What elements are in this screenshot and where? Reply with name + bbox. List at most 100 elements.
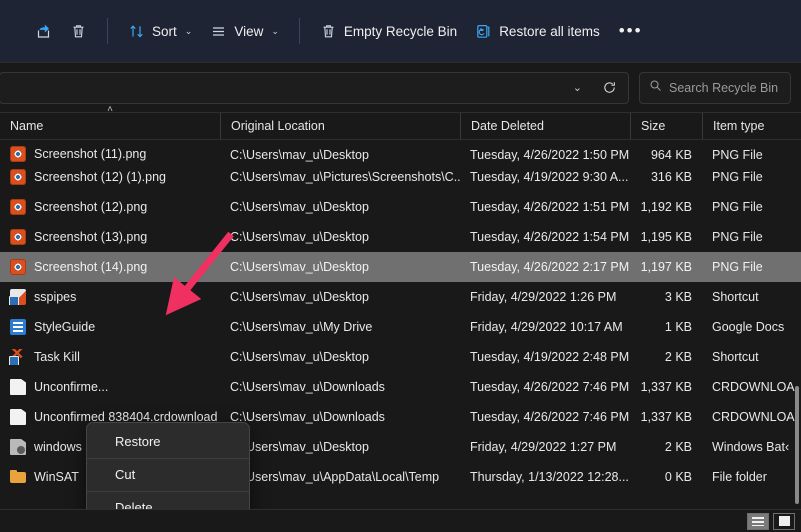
cell-date-deleted: Tuesday, 4/26/2022 2:17 PM	[460, 260, 630, 274]
sort-ascending-icon: ˄	[107, 105, 113, 115]
table-row[interactable]: Screenshot (12).pngC:\Users\mav_u\Deskto…	[0, 192, 801, 222]
cell-name: Screenshot (13).png	[0, 229, 220, 245]
cell-name: StyleGuide	[0, 319, 220, 335]
table-row[interactable]: StyleGuide C:\Users\mav_u\My DriveFriday,…	[0, 312, 801, 342]
generic-document-icon	[10, 379, 26, 395]
cell-size: 1,195 KB	[630, 230, 702, 244]
cell-item-type: Shortcut	[702, 350, 801, 364]
column-header-size[interactable]: Size	[630, 113, 702, 139]
cell-original-location: C:\Users\mav_u\Desktop	[220, 440, 460, 454]
share-icon	[35, 23, 52, 40]
cell-size: 1,197 KB	[630, 260, 702, 274]
command-toolbar: Sort ⌄ View ⌄ Empty Recycle Bin	[0, 0, 801, 62]
restore-all-items-button[interactable]: Restore all items	[466, 15, 609, 47]
cell-item-type: PNG File	[702, 230, 801, 244]
cell-original-location: C:\Users\mav_u\Desktop	[220, 350, 460, 364]
table-row[interactable]: Task Kill C:\Users\mav_u\DesktopTuesday, …	[0, 342, 801, 372]
sspipes-shortcut-icon	[10, 289, 26, 305]
file-name: Unconfirme...	[34, 380, 108, 394]
file-name: Screenshot (14).png	[34, 260, 147, 274]
file-name: Screenshot (11).png	[34, 147, 146, 161]
cell-size: 2 KB	[630, 350, 702, 364]
table-row[interactable]: Screenshot (13).pngC:\Users\mav_u\Deskto…	[0, 222, 801, 252]
context-menu-restore-label: Restore	[115, 434, 161, 449]
delete-trash-icon	[70, 23, 87, 40]
search-icon	[649, 79, 662, 97]
column-header-original-location[interactable]: Original Location	[220, 113, 460, 139]
empty-recycle-bin-button[interactable]: Empty Recycle Bin	[311, 15, 466, 47]
generic-document-icon	[10, 409, 26, 425]
view-button[interactable]: View ⌄	[201, 15, 288, 47]
cell-name: Screenshot (14).png	[0, 259, 220, 275]
chevron-down-icon: ⌄	[185, 26, 193, 37]
cell-original-location: C:\Users\mav_u\Desktop	[220, 148, 460, 162]
cell-size: 316 KB	[630, 170, 702, 184]
details-view-toggle[interactable]	[747, 513, 769, 530]
cell-name: Unconfirme...	[0, 379, 220, 395]
restore-icon	[475, 23, 492, 40]
column-header-item-type-label: Item type	[713, 119, 764, 133]
cell-size: 2 KB	[630, 440, 702, 454]
cell-size: 1,192 KB	[630, 200, 702, 214]
cell-original-location: C:\Users\mav_u\Pictures\Screenshots\C...	[220, 170, 460, 184]
png-file-icon	[10, 199, 26, 215]
folder-icon	[10, 469, 26, 485]
cell-original-location: C:\Users\mav_u\AppData\Local\Temp	[220, 470, 460, 484]
cell-item-type: File folder	[702, 470, 801, 484]
column-header-item-type[interactable]: Item type	[702, 113, 801, 139]
cell-size: 3 KB	[630, 290, 702, 304]
cell-original-location: C:\Users\mav_u\Downloads	[220, 380, 460, 394]
search-box[interactable]: Search Recycle Bin	[639, 72, 791, 104]
context-menu-delete-label: Delete	[115, 500, 153, 509]
table-row[interactable]: sspipesC:\Users\mav_u\DesktopFriday, 4/2…	[0, 282, 801, 312]
cell-date-deleted: Tuesday, 4/26/2022 1:54 PM	[460, 230, 630, 244]
vertical-scrollbar-thumb[interactable]	[795, 386, 799, 504]
column-header-date-deleted[interactable]: Date Deleted	[460, 113, 630, 139]
png-file-icon	[10, 229, 26, 245]
context-menu-item-delete[interactable]: Delete	[87, 491, 249, 509]
sort-button[interactable]: Sort ⌄	[119, 15, 201, 47]
delete-button[interactable]	[61, 15, 96, 47]
cell-size: 0 KB	[630, 470, 702, 484]
cell-original-location: C:\Users\mav_u\Desktop	[220, 260, 460, 274]
more-options-button[interactable]: •••	[609, 15, 653, 47]
table-row[interactable]: Unconfirme...C:\Users\mav_u\DownloadsTue…	[0, 372, 801, 402]
table-row[interactable]: Screenshot (12) (1).png C:\Users\mav_u\Pi…	[0, 162, 801, 192]
cell-original-location: C:\Users\mav_u\Desktop	[220, 200, 460, 214]
refresh-icon[interactable]	[597, 80, 622, 95]
file-name: Task Kill	[34, 350, 80, 364]
address-bar[interactable]: ⌄	[0, 72, 629, 104]
file-name: Screenshot (12) (1).png	[34, 170, 166, 184]
cell-date-deleted: Friday, 4/29/2022 1:26 PM	[460, 290, 630, 304]
table-row[interactable]: Screenshot (11).png C:\Users\mav_u\Deskto…	[0, 140, 801, 162]
column-header-name-label: Name	[10, 119, 43, 133]
cell-date-deleted: Tuesday, 4/26/2022 1:51 PM	[460, 200, 630, 214]
cell-date-deleted: Tuesday, 4/19/2022 2:48 PM	[460, 350, 630, 364]
context-menu-item-restore[interactable]: Restore	[87, 425, 249, 458]
context-menu-cut-label: Cut	[115, 467, 135, 482]
toolbar-separator-1	[107, 18, 108, 44]
cell-item-type: PNG File	[702, 260, 801, 274]
cell-original-location: C:\Users\mav_u\My Drive	[220, 320, 460, 334]
cell-size: 1,337 KB	[630, 380, 702, 394]
file-name: Screenshot (13).png	[34, 230, 147, 244]
file-name: StyleGuide	[34, 320, 95, 334]
cell-item-type: PNG File	[702, 200, 801, 214]
table-row[interactable]: Screenshot (14).png C:\Users\mav_u\Deskto…	[0, 252, 801, 282]
column-header-original-location-label: Original Location	[231, 119, 325, 133]
address-chevron-down-icon[interactable]: ⌄	[564, 81, 591, 94]
cell-size: 964 KB	[630, 148, 702, 162]
cell-date-deleted: Thursday, 1/13/2022 12:28...	[460, 470, 630, 484]
cell-date-deleted: Friday, 4/29/2022 10:17 AM	[460, 320, 630, 334]
file-list: Screenshot (11).png C:\Users\mav_u\Deskto…	[0, 140, 801, 509]
cell-date-deleted: Tuesday, 4/26/2022 7:46 PM	[460, 410, 630, 424]
view-lines-icon	[210, 23, 227, 40]
recycle-bin-trash-icon	[320, 23, 337, 40]
share-button[interactable]	[26, 15, 61, 47]
cell-item-type: PNG File	[702, 170, 801, 184]
large-icons-view-toggle[interactable]	[773, 513, 795, 530]
toolbar-separator-2	[299, 18, 300, 44]
column-header-name[interactable]: ˄ Name	[0, 113, 220, 139]
context-menu-item-cut[interactable]: Cut	[87, 458, 249, 491]
cell-name: Screenshot (12) (1).png	[0, 169, 220, 185]
